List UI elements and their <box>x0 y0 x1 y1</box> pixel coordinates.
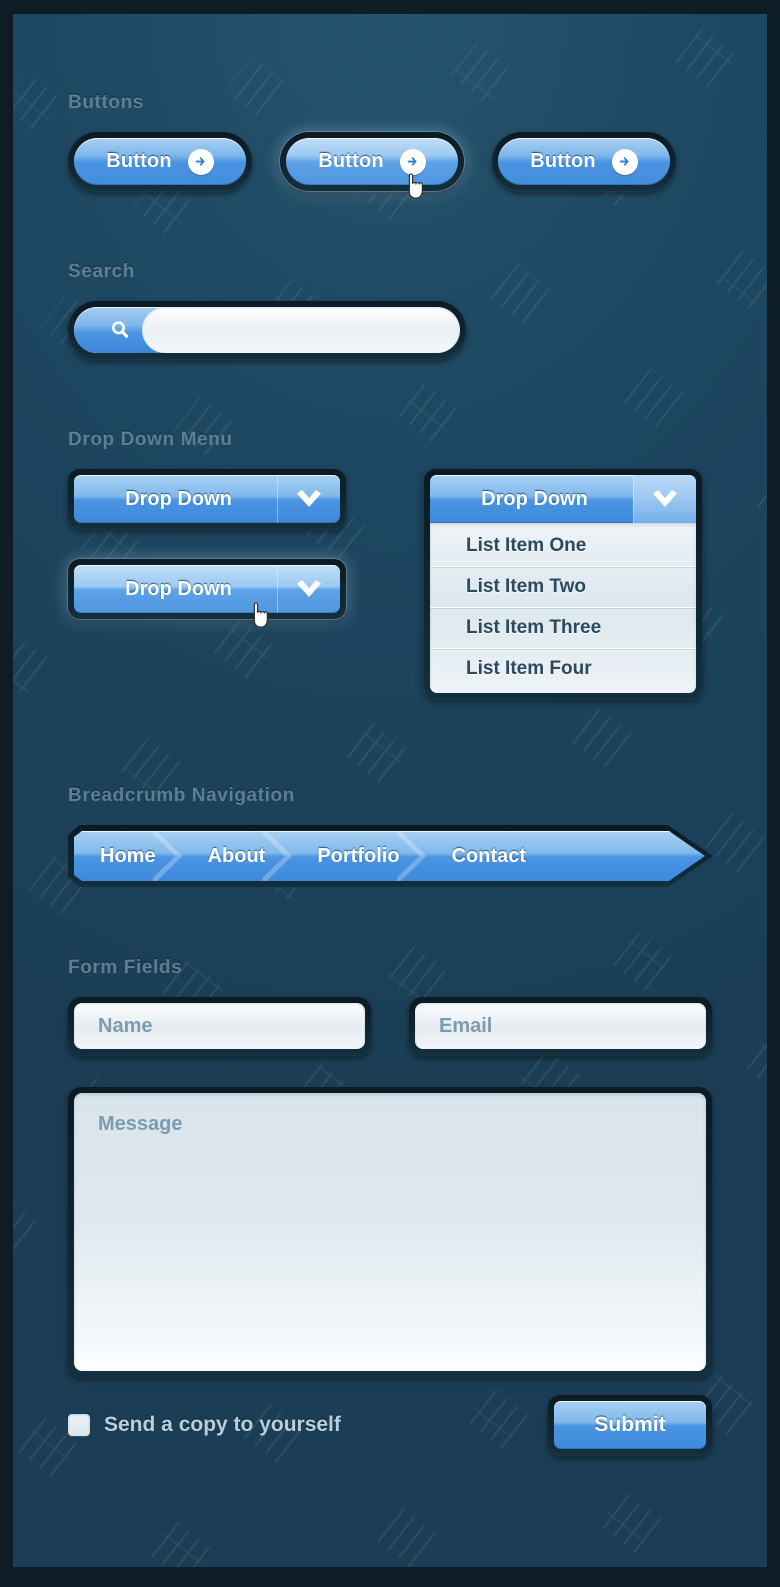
button-3[interactable]: Button <box>498 138 670 185</box>
breadcrumb-item-home[interactable]: Home <box>74 831 182 881</box>
send-copy-label: Send a copy to yourself <box>104 1413 341 1436</box>
dropdown-open-wrap: Drop Down List Item One List Item Two Li… <box>424 469 702 699</box>
message-field-frame <box>68 1087 712 1377</box>
dropdown-normal-label: Drop Down <box>125 487 232 510</box>
arrow-right-circle-icon <box>187 148 214 175</box>
dropdown-open-header[interactable]: Drop Down <box>430 475 696 523</box>
chevron-down-icon <box>277 475 340 523</box>
button-frame-3: Button <box>492 132 676 191</box>
message-textarea[interactable] <box>74 1093 706 1371</box>
arrow-right-circle-icon <box>399 148 426 175</box>
list-item[interactable]: List Item Two <box>430 566 696 607</box>
email-input[interactable] <box>415 1003 706 1049</box>
list-item[interactable]: List Item Four <box>430 648 696 693</box>
arrow-right-circle-icon <box>611 148 638 175</box>
dropdown-list: List Item One List Item Two List Item Th… <box>430 523 696 693</box>
search-input[interactable] <box>142 307 460 353</box>
submit-button[interactable]: Submit <box>554 1401 706 1449</box>
chevron-down-icon <box>633 475 696 523</box>
button-3-label: Button <box>530 150 596 172</box>
dropdown-frame-hover: Drop Down <box>68 559 346 628</box>
button-1[interactable]: Button <box>74 138 246 185</box>
dropdown-hover[interactable]: Drop Down <box>74 565 340 613</box>
button-frame-2: Button <box>280 132 464 199</box>
breadcrumb-inner: Home About Portfolio Contact <box>74 831 705 881</box>
search-bar <box>74 307 460 353</box>
kit-content: Buttons Button Button Button Search Drop… <box>13 14 767 1455</box>
list-item[interactable]: List Item One <box>430 523 696 566</box>
section-label-form: Form Fields <box>68 957 183 978</box>
dropdown-open-label: Drop Down <box>481 487 588 510</box>
dropdown-normal[interactable]: Drop Down <box>74 475 340 523</box>
dropdown-hover-label: Drop Down <box>125 577 232 600</box>
chevron-down-icon <box>277 565 340 613</box>
ui-kit-canvas: Buttons Button Button Button Search Drop… <box>0 0 780 1587</box>
name-input[interactable] <box>74 1003 365 1049</box>
name-field-frame <box>68 997 371 1055</box>
email-field-frame <box>409 997 712 1055</box>
dropdown-open-frame: Drop Down List Item One List Item Two Li… <box>424 469 702 699</box>
submit-button-frame: Submit <box>548 1395 712 1455</box>
breadcrumb: Home About Portfolio Contact <box>68 825 713 887</box>
list-item[interactable]: List Item Three <box>430 607 696 648</box>
dropdown-area: Drop Down Drop Down Drop Down List Item … <box>68 469 712 699</box>
kit-background: Buttons Button Button Button Search Drop… <box>13 14 767 1567</box>
button-2[interactable]: Button <box>286 138 458 185</box>
section-label-search: Search <box>68 261 135 282</box>
buttons-row: Button Button Button <box>68 132 712 199</box>
section-label-breadcrumb: Breadcrumb Navigation <box>68 785 295 806</box>
button-2-label: Button <box>318 150 384 172</box>
breadcrumb-item-contact[interactable]: Contact <box>426 831 552 881</box>
dropdown-column-left: Drop Down Drop Down <box>68 469 346 628</box>
send-copy-checkbox[interactable] <box>68 1414 90 1436</box>
send-copy-checkbox-wrap[interactable]: Send a copy to yourself <box>68 1413 341 1437</box>
dropdown-frame-normal: Drop Down <box>68 469 346 529</box>
submit-row: Send a copy to yourself Submit <box>68 1395 712 1455</box>
section-label-dropdown: Drop Down Menu <box>68 429 233 450</box>
section-label-buttons: Buttons <box>68 92 144 113</box>
breadcrumb-item-portfolio[interactable]: Portfolio <box>291 831 425 881</box>
search-frame <box>68 301 466 359</box>
breadcrumb-item-about[interactable]: About <box>182 831 292 881</box>
form-fields-row <box>68 997 712 1055</box>
button-1-label: Button <box>106 150 172 172</box>
button-frame-1: Button <box>68 132 252 191</box>
